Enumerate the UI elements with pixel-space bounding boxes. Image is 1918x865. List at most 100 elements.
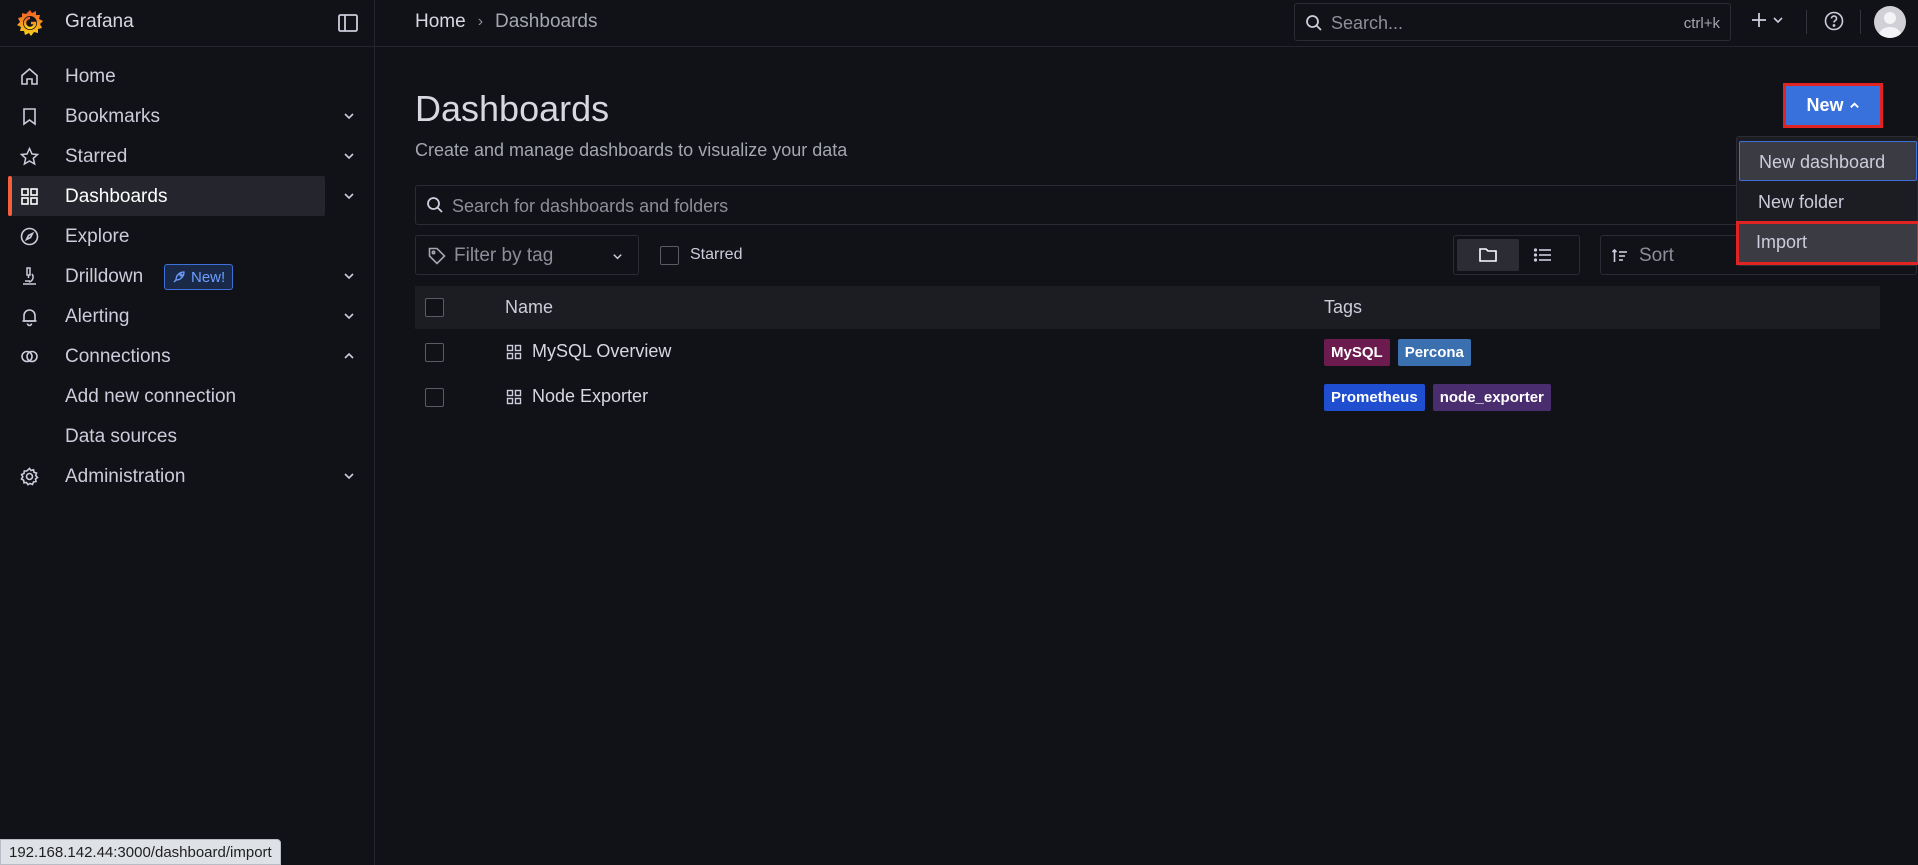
tag-filter-select[interactable]: Filter by tag <box>415 235 639 275</box>
search-icon <box>427 197 443 213</box>
sidebar-item-add-new-connection[interactable]: Add new connection <box>0 376 374 416</box>
column-header-name[interactable]: Name <box>505 297 553 318</box>
tag-badge[interactable]: node_exporter <box>1432 384 1551 411</box>
compass-icon <box>20 227 39 246</box>
dashboard-name[interactable]: MySQL Overview <box>532 341 671 362</box>
table-row[interactable]: MySQL Overview MySQL Percona <box>415 330 1880 375</box>
tag-list: MySQL Percona <box>1324 339 1471 366</box>
row-checkbox[interactable] <box>425 343 444 362</box>
toolbar-divider <box>1806 10 1807 34</box>
sidebar-item-label: Drilldown <box>65 266 144 287</box>
dashboard-grid-icon <box>506 344 522 360</box>
menu-item-label: Import <box>1756 232 1808 252</box>
chevron-down-icon[interactable] <box>342 269 356 283</box>
menu-item-new-folder[interactable]: New folder <box>1739 182 1917 222</box>
tag-badge[interactable]: Prometheus <box>1324 384 1425 411</box>
toolbar-divider <box>1860 10 1861 34</box>
chevron-right-icon: › <box>477 13 484 30</box>
dashboard-grid-icon <box>506 389 522 405</box>
add-menu-button[interactable] <box>1749 10 1784 30</box>
app-name: Grafana <box>65 11 134 32</box>
sidebar-nav: Home Bookmarks Starred Dashboards Explor… <box>0 48 374 865</box>
new-badge: New! <box>164 264 234 290</box>
bell-icon <box>22 309 37 327</box>
folder-icon <box>1479 248 1497 262</box>
new-button[interactable]: New <box>1783 83 1883 128</box>
sidebar-item-home[interactable]: Home <box>0 56 374 96</box>
global-search-input[interactable]: Search... ctrl+k <box>1294 3 1731 41</box>
status-bar-url: 192.168.142.44:3000/dashboard/import <box>0 839 281 865</box>
tag-filter-placeholder: Filter by tag <box>454 245 554 266</box>
sort-placeholder: Sort <box>1639 245 1674 266</box>
rocket-icon <box>173 271 185 283</box>
chevron-down-icon[interactable] <box>342 309 356 323</box>
sidebar-item-alerting[interactable]: Alerting <box>0 296 374 336</box>
tag-badge[interactable]: Percona <box>1397 339 1471 366</box>
tag-icon <box>428 247 446 265</box>
sidebar-item-label: Alerting <box>65 306 130 327</box>
chevron-down-icon <box>1773 17 1783 24</box>
page-title: Dashboards <box>415 88 610 129</box>
dashboards-grid-icon <box>21 188 38 205</box>
new-badge-label: New! <box>191 268 226 286</box>
select-all-checkbox[interactable] <box>425 298 444 317</box>
breadcrumb-home[interactable]: Home <box>415 11 466 33</box>
grafana-logo-icon[interactable] <box>14 7 46 39</box>
sidebar-item-label: Explore <box>65 226 130 247</box>
row-checkbox[interactable] <box>425 388 444 407</box>
starred-label[interactable]: Starred <box>690 246 742 264</box>
folder-view-button[interactable] <box>1457 239 1519 271</box>
user-avatar[interactable] <box>1874 6 1906 38</box>
sidebar-item-label: Connections <box>65 346 171 367</box>
new-button-label: New <box>1806 95 1844 115</box>
starred-checkbox[interactable] <box>660 246 679 265</box>
search-icon <box>1306 15 1322 31</box>
sidebar-divider <box>374 0 375 865</box>
sidebar-item-explore[interactable]: Explore <box>0 216 374 256</box>
sidebar-item-label: Dashboards <box>65 186 168 207</box>
help-icon[interactable] <box>1823 10 1845 32</box>
home-icon <box>21 67 38 85</box>
table-row[interactable]: Node Exporter Prometheus node_exporter <box>415 375 1880 420</box>
dashboard-name[interactable]: Node Exporter <box>532 386 648 407</box>
sidebar-item-drilldown[interactable]: Drilldown New! <box>0 256 374 296</box>
star-icon <box>19 146 40 166</box>
sort-icon <box>1611 248 1627 262</box>
sidebar-item-label: Add new connection <box>65 386 237 407</box>
global-search-placeholder: Search... <box>1331 13 1404 33</box>
menu-item-label: New dashboard <box>1759 152 1886 172</box>
menu-item-new-dashboard[interactable]: New dashboard <box>1739 141 1917 181</box>
sidebar-item-label: Administration <box>65 466 186 487</box>
dashboard-search-placeholder: Search for dashboards and folders <box>452 196 729 216</box>
bookmark-icon <box>23 108 36 126</box>
chevron-up-icon[interactable] <box>342 349 356 363</box>
dashboard-search-input[interactable]: Search for dashboards and folders <box>415 185 1917 225</box>
table-header: Name Tags <box>415 286 1880 329</box>
menu-item-import[interactable]: Import <box>1736 221 1918 265</box>
top-bar: Grafana Home › Dashboards Search... ctrl… <box>0 0 1918 47</box>
list-view-icon[interactable] <box>1533 245 1553 265</box>
breadcrumb-current[interactable]: Dashboards <box>495 11 597 33</box>
chevron-down-icon[interactable] <box>342 469 356 483</box>
sidebar-item-dashboards[interactable]: Dashboards <box>0 176 374 216</box>
sidebar-item-label: Home <box>65 66 116 87</box>
sidebar-item-label: Data sources <box>65 426 177 447</box>
sidebar-item-data-sources[interactable]: Data sources <box>0 416 374 456</box>
search-shortcut: ctrl+k <box>1683 15 1720 32</box>
column-header-tags: Tags <box>1324 297 1363 317</box>
chevron-down-icon[interactable] <box>342 109 356 123</box>
new-dropdown-menu: New dashboard New folder Import <box>1736 136 1918 266</box>
sidebar-item-starred[interactable]: Starred <box>0 136 374 176</box>
plus-icon <box>1752 13 1766 27</box>
menu-item-label: New folder <box>1758 192 1845 212</box>
dock-menu-icon[interactable] <box>336 11 360 35</box>
sidebar-item-administration[interactable]: Administration <box>0 456 374 496</box>
sidebar-item-label: Starred <box>65 146 128 167</box>
page-subtitle: Create and manage dashboards to visualiz… <box>415 140 848 160</box>
sidebar-item-connections[interactable]: Connections <box>0 336 374 376</box>
sidebar-item-bookmarks[interactable]: Bookmarks <box>0 96 374 136</box>
tag-badge[interactable]: MySQL <box>1324 339 1390 366</box>
chevron-down-icon[interactable] <box>342 149 356 163</box>
chevron-down-icon[interactable] <box>342 189 356 203</box>
microscope-icon <box>23 267 36 285</box>
